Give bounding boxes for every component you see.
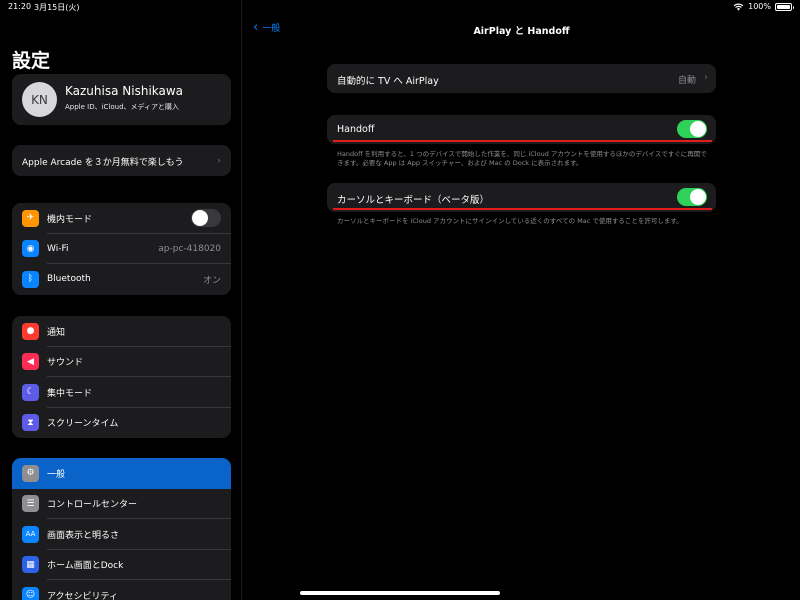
battery-fill bbox=[777, 4, 790, 9]
status-bar: 21:20 3月15日(火) 100% bbox=[0, 0, 800, 14]
hourglass-icon: ⧗ bbox=[22, 414, 39, 432]
notifications-icon: ● bbox=[22, 322, 39, 340]
page-title: AirPlay と Handoff bbox=[473, 26, 570, 37]
sound-icon: ◀ bbox=[22, 353, 39, 371]
avatar: KN bbox=[22, 82, 57, 117]
sidebar-item[interactable]: ✈ 機内モード bbox=[12, 203, 231, 234]
profile-name: Kazuhisa Nishikawa bbox=[65, 84, 184, 98]
display-brightness-icon: AA bbox=[22, 525, 39, 543]
annotation-underline bbox=[333, 140, 712, 142]
cursor-keyboard-label: カーソルとキーボード（ベータ版） bbox=[337, 195, 490, 206]
cursor-keyboard-footnote: カーソルとキーボードを iCloud アカウントにサインインしている近くのすべて… bbox=[337, 217, 683, 225]
airplay-to-tv-row[interactable]: 自動的に TV へ AirPlay 自動 › bbox=[327, 64, 716, 93]
sidebar: 設定 KN Kazuhisa Nishikawa Apple ID、iCloud… bbox=[0, 0, 242, 600]
sidebar-item-label: 一般 bbox=[47, 469, 66, 480]
airplay-value: 自動 bbox=[677, 76, 696, 86]
toggle-knob bbox=[690, 121, 706, 137]
control-center-icon: ☰ bbox=[22, 495, 39, 513]
sidebar-title: 設定 bbox=[12, 50, 51, 72]
battery-icon bbox=[775, 2, 794, 11]
settings-group-notifications: ● 通知 ◀ サウンド ☾ 集中モード ⧗ スクリーンタイム bbox=[12, 316, 231, 438]
accessibility-icon: ☺ bbox=[22, 586, 39, 600]
sidebar-item[interactable]: ◀ サウンド bbox=[12, 347, 231, 377]
sidebar-item[interactable]: AA 画面表示と明るさ bbox=[12, 519, 231, 550]
airplay-label: 自動的に TV へ AirPlay bbox=[337, 76, 439, 87]
moon-icon: ☾ bbox=[22, 383, 39, 401]
cursor-keyboard-toggle[interactable] bbox=[677, 188, 707, 206]
apple-arcade-banner[interactable]: Apple Arcade を３か月無料で楽しもう › bbox=[12, 145, 231, 176]
wifi-icon bbox=[733, 3, 744, 11]
cursor-keyboard-row: カーソルとキーボード（ベータ版） bbox=[327, 183, 716, 212]
handoff-row: Handoff bbox=[327, 115, 716, 144]
sidebar-item-label: サウンド bbox=[47, 358, 84, 369]
status-time: 21:20 bbox=[8, 2, 32, 11]
sidebar-item[interactable]: ☰ コントロールセンター bbox=[12, 489, 231, 519]
sidebar-item[interactable]: ⧗ スクリーンタイム bbox=[12, 408, 231, 439]
handoff-label: Handoff bbox=[337, 124, 375, 135]
sidebar-item[interactable]: ☾ 集中モード bbox=[12, 377, 231, 408]
apple-arcade-label: Apple Arcade を３か月無料で楽しもう bbox=[22, 158, 184, 168]
sidebar-item-label: コントロールセンター bbox=[47, 500, 138, 511]
battery-percent: 100% bbox=[748, 2, 771, 11]
sidebar-item[interactable]: ◉ Wi-Fi ap-pc-418020 bbox=[12, 234, 231, 264]
wifi-icon: ◉ bbox=[22, 240, 39, 258]
handoff-toggle[interactable] bbox=[677, 120, 707, 138]
sidebar-item-label: ホーム画面とDock bbox=[47, 561, 124, 572]
sidebar-item-label: 画面表示と明るさ bbox=[47, 530, 120, 541]
sidebar-item[interactable]: ᛒ Bluetooth オン bbox=[12, 264, 231, 295]
sidebar-item-label: スクリーンタイム bbox=[47, 419, 119, 430]
airplane-mode-toggle[interactable] bbox=[191, 209, 221, 228]
toggle-knob bbox=[192, 210, 208, 227]
bluetooth-icon: ᛒ bbox=[22, 270, 39, 288]
home-screen-icon: ▦ bbox=[22, 556, 39, 574]
sidebar-item-label: Bluetooth bbox=[47, 274, 91, 285]
sidebar-item-label: 集中モード bbox=[47, 388, 93, 399]
detail-pane: ‹ 一般 AirPlay と Handoff 自動的に TV へ AirPlay… bbox=[243, 0, 800, 600]
sidebar-item-label: 機内モード bbox=[47, 214, 93, 225]
sidebar-item[interactable]: ● 通知 bbox=[12, 316, 231, 347]
sidebar-item-label: 通知 bbox=[47, 327, 66, 338]
sidebar-item-value: ap-pc-418020 bbox=[158, 243, 221, 254]
toggle-knob bbox=[690, 189, 706, 205]
airplane-icon: ✈ bbox=[22, 209, 39, 227]
settings-group-connectivity: ✈ 機内モード ◉ Wi-Fi ap-pc-418020 ᛒ Bluetooth オン bbox=[12, 203, 231, 295]
sidebar-item-value: オン bbox=[202, 275, 221, 286]
sidebar-item[interactable]: ⚙ 一般 bbox=[12, 458, 231, 489]
handoff-footnote: Handoff を利用すると、1 つのデバイスで開始した作業を、同じ iClou… bbox=[337, 150, 707, 167]
status-right: 100% bbox=[733, 2, 794, 11]
gear-icon: ⚙ bbox=[22, 464, 39, 482]
sidebar-item[interactable]: ☺ アクセシビリティ bbox=[12, 580, 231, 600]
sidebar-item-label: Wi-Fi bbox=[47, 243, 69, 254]
annotation-underline bbox=[333, 208, 712, 210]
settings-group-general: ⚙ 一般 ☰ コントロールセンター AA 画面表示と明るさ ▦ ホーム画面とDock ☺ アクセシ… bbox=[12, 458, 231, 600]
chevron-right-icon: › bbox=[217, 155, 221, 166]
profile-subtitle: Apple ID、iCloud、メディアと購入 bbox=[65, 103, 179, 111]
chevron-right-icon: › bbox=[704, 72, 708, 83]
profile-card[interactable]: KN Kazuhisa Nishikawa Apple ID、iCloud、メデ… bbox=[12, 74, 231, 125]
sidebar-item-label: アクセシビリティ bbox=[47, 591, 119, 600]
sidebar-item[interactable]: ▦ ホーム画面とDock bbox=[12, 550, 231, 580]
status-date: 3月15日(火) bbox=[34, 3, 80, 12]
home-indicator[interactable] bbox=[300, 591, 500, 595]
